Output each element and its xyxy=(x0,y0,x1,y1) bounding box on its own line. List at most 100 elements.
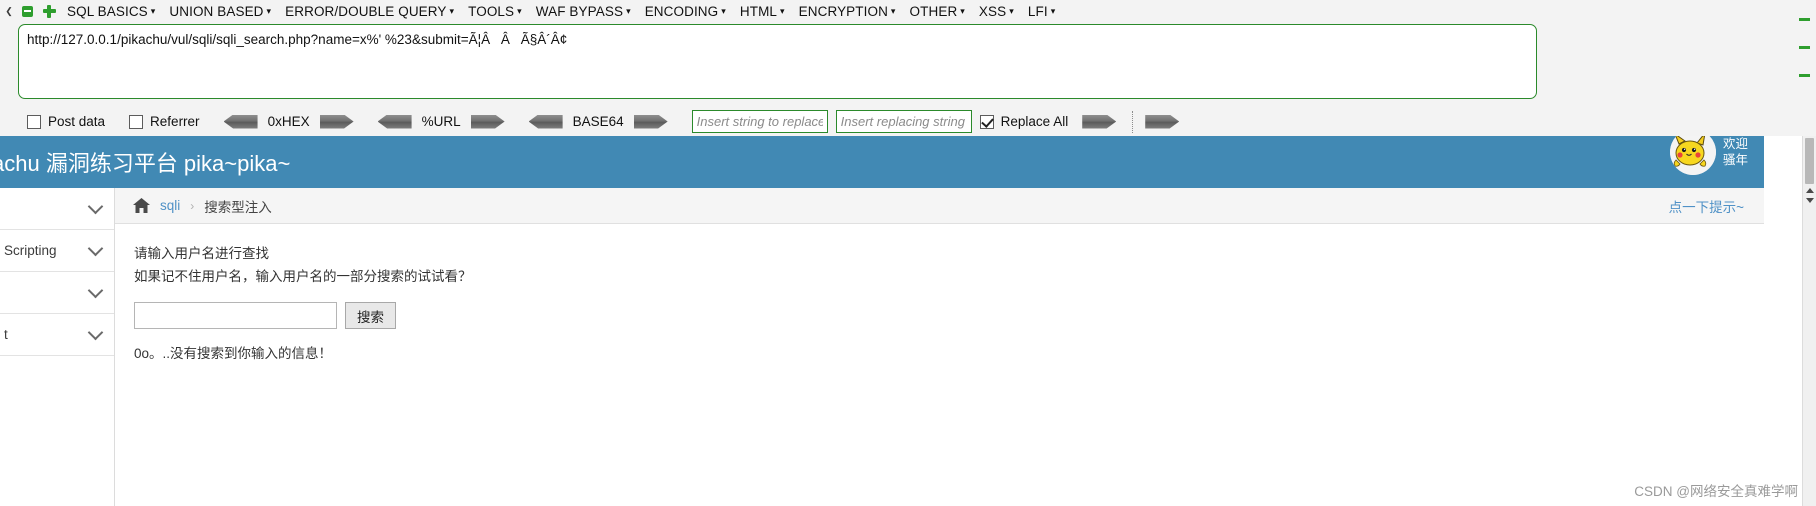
search-input[interactable] xyxy=(134,302,337,329)
menu-label: ERROR/DOUBLE QUERY xyxy=(285,3,447,19)
chevron-down-icon xyxy=(87,240,104,257)
chevron-down-icon: ▾ xyxy=(960,5,965,16)
base64-encode-button[interactable] xyxy=(633,114,668,129)
menu-label: ENCODING xyxy=(644,3,719,19)
chevron-down-icon: ▾ xyxy=(517,5,522,16)
sidebar-item-label: t xyxy=(4,327,8,342)
hint-link[interactable]: 点一下提示~ xyxy=(1669,196,1744,216)
search-result-message: 0o。..没有搜索到你输入的信息！ xyxy=(134,346,333,361)
chevron-down-icon: ▾ xyxy=(890,5,896,16)
sidebar-item-label: Scripting xyxy=(4,243,57,258)
post-data-label: Post data xyxy=(48,114,106,129)
search-form: 搜索 xyxy=(134,302,1764,329)
replace-all-checkbox[interactable]: Replace All xyxy=(979,114,1069,129)
menu-label: SQL BASICS xyxy=(67,3,148,19)
instruction-line-2: 如果记不住用户名，输入用户名的一部分搜索的试试看？ xyxy=(134,269,472,284)
menu-label: TOOLS xyxy=(468,3,515,19)
converter-hex: 0xHEX xyxy=(223,114,354,129)
watermark: CSDN @网络安全真难学啊 xyxy=(1634,484,1798,499)
chevron-down-icon: ▾ xyxy=(780,5,785,16)
menu-union-based[interactable]: UNION BASED ▾ xyxy=(162,2,278,21)
replace-to-input[interactable] xyxy=(835,110,972,133)
execute-button[interactable] xyxy=(1145,114,1180,129)
referrer-checkbox-box xyxy=(129,114,144,129)
menu-label: HTML xyxy=(739,3,778,19)
menu-waf-bypass[interactable]: WAF BYPASS ▾ xyxy=(529,2,638,21)
chevron-down-icon xyxy=(87,282,104,299)
menu-lfi[interactable]: LFI ▾ xyxy=(1021,2,1062,21)
hackbar-actions-row: Post data Referrer 0xHEX %URL BASE64 Rep… xyxy=(0,107,1816,136)
menu-xss[interactable]: XSS ▾ xyxy=(972,2,1021,21)
menu-label: OTHER xyxy=(909,3,958,19)
site-header: achu 漏洞练习平台 pika~pika~ 欢迎 骚年 xyxy=(0,136,1764,188)
url-input-value: http://127.0.0.1/pikachu/vul/sqli/sqli_s… xyxy=(27,32,568,47)
toolbar-divider xyxy=(1132,110,1134,133)
menu-label: ENCRYPTION xyxy=(798,3,888,19)
vertical-scrollbar-thumb[interactable] xyxy=(1805,138,1814,184)
menu-other[interactable]: OTHER ▾ xyxy=(903,2,972,21)
converter-url: %URL xyxy=(377,114,505,129)
chevron-down-icon: ▾ xyxy=(1050,5,1056,16)
user-welcome-block[interactable]: 欢迎 骚年 xyxy=(1669,136,1748,175)
hex-decode-button[interactable] xyxy=(223,114,258,129)
rail-mark-2 xyxy=(1799,46,1810,49)
chevron-down-icon: ▾ xyxy=(626,5,631,16)
welcome-line-2: 骚年 xyxy=(1722,153,1748,167)
chevron-down-icon xyxy=(87,324,104,341)
chevron-down-icon xyxy=(87,198,104,215)
sidebar-item-3[interactable] xyxy=(0,272,114,314)
url-input[interactable]: http://127.0.0.1/pikachu/vul/sqli/sqli_s… xyxy=(18,24,1537,99)
rail-mark-3 xyxy=(1799,74,1810,77)
welcome-line-1: 欢迎 xyxy=(1722,137,1748,151)
replace-all-checkbox-box xyxy=(979,114,994,129)
breadcrumb: sqli › 搜索型注入 点一下提示~ xyxy=(115,188,1764,224)
base64-decode-button[interactable] xyxy=(528,114,563,129)
base64-label: BASE64 xyxy=(572,114,624,129)
instruction-line-1: 请输入用户名进行查找 xyxy=(134,246,269,261)
main-content: 请输入用户名进行查找 如果记不住用户名，输入用户名的一部分搜索的试试看？ 搜索 … xyxy=(115,225,1764,506)
url-label: %URL xyxy=(421,114,461,129)
sidebar-item-1[interactable] xyxy=(0,188,114,230)
menu-label: UNION BASED xyxy=(169,3,264,19)
menu-encryption[interactable]: ENCRYPTION ▾ xyxy=(792,2,903,21)
replace-all-label: Replace All xyxy=(1000,114,1069,129)
minus-icon[interactable] xyxy=(16,0,38,22)
chevron-down-icon: ▾ xyxy=(721,5,726,16)
post-data-checkbox-box xyxy=(27,114,41,129)
home-icon[interactable] xyxy=(133,198,150,213)
menu-tools[interactable]: TOOLS ▾ xyxy=(461,2,529,21)
menu-label: LFI xyxy=(1027,3,1048,19)
menu-error-double-query[interactable]: ERROR/DOUBLE QUERY ▾ xyxy=(278,2,461,21)
sidebar-item-4[interactable]: t xyxy=(0,314,114,356)
avatar xyxy=(1669,136,1716,175)
chevron-left-icon[interactable]: ❮ xyxy=(2,0,16,22)
breadcrumb-link-sqli[interactable]: sqli xyxy=(160,198,180,213)
menu-html[interactable]: HTML ▾ xyxy=(733,2,792,21)
menu-label: XSS xyxy=(978,3,1007,19)
replace-apply-button[interactable] xyxy=(1082,114,1117,129)
plus-icon[interactable] xyxy=(38,0,60,22)
menu-sql-basics[interactable]: SQL BASICS ▾ xyxy=(60,2,162,21)
vertical-scrollbar[interactable] xyxy=(1802,136,1816,506)
referrer-checkbox[interactable]: Referrer xyxy=(129,114,200,129)
search-button[interactable]: 搜索 xyxy=(345,302,396,329)
converter-base64: BASE64 xyxy=(528,114,668,129)
replace-from-input[interactable] xyxy=(691,110,828,133)
chevron-down-icon: ▾ xyxy=(1009,5,1014,16)
post-data-checkbox[interactable]: Post data xyxy=(27,114,105,129)
url-encode-button[interactable] xyxy=(470,114,505,129)
scroll-down-icon[interactable] xyxy=(1806,198,1814,203)
url-decode-button[interactable] xyxy=(377,114,412,129)
chevron-down-icon: ▾ xyxy=(266,5,272,16)
browser-viewport: achu 漏洞练习平台 pika~pika~ 欢迎 骚年 Scripting t… xyxy=(0,136,1816,506)
site-title: achu 漏洞练习平台 pika~pika~ xyxy=(0,151,291,176)
menu-encoding[interactable]: ENCODING ▾ xyxy=(638,2,733,21)
hex-encode-button[interactable] xyxy=(319,114,354,129)
chevron-down-icon: ▾ xyxy=(150,5,156,16)
sidebar-item-scripting[interactable]: Scripting xyxy=(0,230,114,272)
breadcrumb-current: 搜索型注入 xyxy=(204,199,272,215)
menu-label: WAF BYPASS xyxy=(535,3,624,19)
welcome-text: 欢迎 骚年 xyxy=(1723,136,1748,168)
scroll-up-icon[interactable] xyxy=(1806,188,1814,193)
chevron-down-icon: ▾ xyxy=(449,5,455,16)
